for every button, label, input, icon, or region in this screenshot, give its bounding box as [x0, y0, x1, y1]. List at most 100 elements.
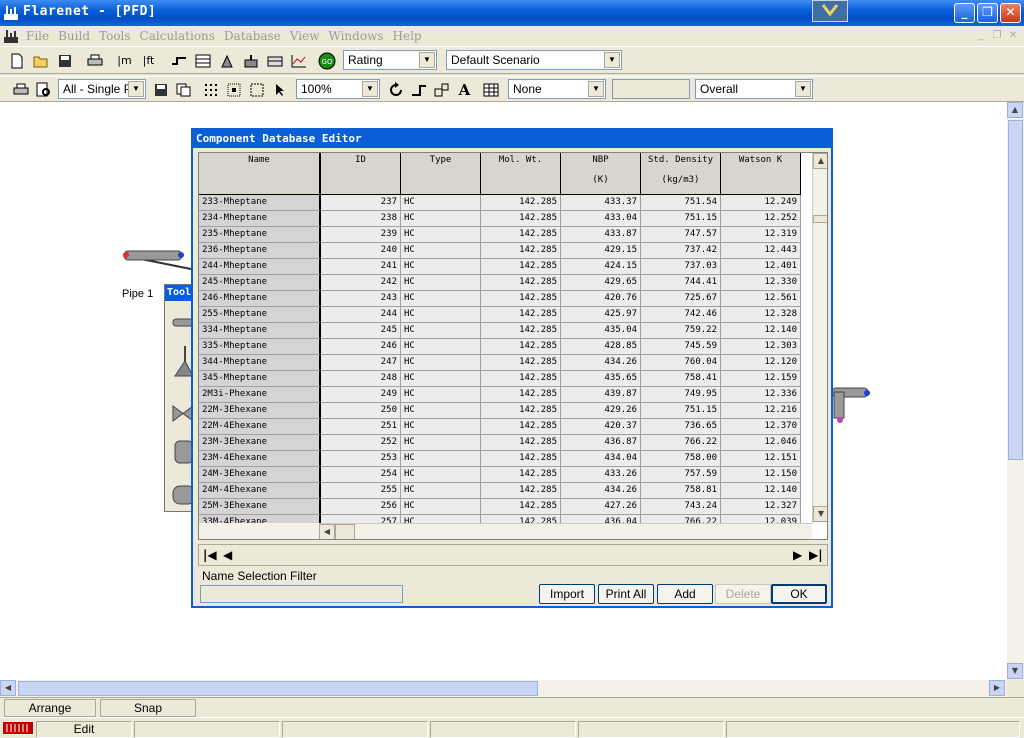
overall-select[interactable]: Overall ▼ [695, 79, 813, 99]
canvas-horizontal-scrollbar[interactable]: ◀ ▶ [0, 680, 1007, 697]
table-cell[interactable]: 247 [321, 355, 401, 371]
table-cell[interactable]: 751.54 [641, 195, 721, 211]
snap-grid-icon[interactable] [223, 79, 244, 100]
chevron-down-icon[interactable]: ▼ [419, 52, 435, 68]
table-cell[interactable]: 12.216 [721, 403, 801, 419]
table-cell[interactable]: 25M-3Ehexane [199, 499, 321, 515]
pointer-icon[interactable] [269, 79, 290, 100]
table-cell[interactable]: 142.285 [481, 323, 561, 339]
table-cell[interactable]: HC [401, 275, 481, 291]
table-cell[interactable]: 429.26 [561, 403, 641, 419]
chevron-down-icon[interactable]: ▼ [795, 81, 811, 97]
scroll-thumb[interactable] [335, 524, 355, 539]
table-cell[interactable]: 253 [321, 451, 401, 467]
table-cell[interactable]: 142.285 [481, 259, 561, 275]
scenario-select[interactable]: Default Scenario ▼ [446, 50, 622, 70]
table-cell[interactable]: HC [401, 499, 481, 515]
table-cell[interactable]: 758.81 [641, 483, 721, 499]
table-row[interactable]: 246-Mheptane 243 HC 142.285 420.76 725.67 12.5… [199, 291, 801, 307]
add-button[interactable]: Add [657, 584, 713, 604]
table-cell[interactable]: 255 [321, 483, 401, 499]
pfd-document-icon[interactable] [3, 28, 19, 44]
snap-tab[interactable]: Snap [100, 699, 196, 717]
table-cell[interactable]: 766.22 [641, 435, 721, 451]
table-cell[interactable]: 142.285 [481, 339, 561, 355]
table-cell[interactable]: 252 [321, 435, 401, 451]
table-cell[interactable]: 246-Mheptane [199, 291, 321, 307]
table-cell[interactable]: 429.65 [561, 275, 641, 291]
table-cell[interactable]: 236-Mheptane [199, 243, 321, 259]
name-filter-input[interactable] [200, 585, 403, 603]
pipe-1-segment[interactable] [123, 250, 197, 271]
menu-view[interactable]: View [290, 29, 320, 43]
table-cell[interactable]: 244 [321, 307, 401, 323]
table-row[interactable]: 233-Mheptane 237 HC 142.285 433.37 751.54 12.2… [199, 195, 801, 211]
table-cell[interactable]: 737.03 [641, 259, 721, 275]
table-cell[interactable]: 433.37 [561, 195, 641, 211]
first-record-icon[interactable]: |◀ [203, 548, 217, 562]
source-icon[interactable] [240, 50, 261, 71]
connect-line-icon[interactable] [408, 79, 429, 100]
chevron-down-icon[interactable]: ▼ [362, 81, 378, 97]
menu-tools[interactable]: Tools [99, 29, 131, 43]
mdi-minimize-button[interactable]: _ [974, 29, 988, 43]
table-row[interactable]: 25M-3Ehexane 256 HC 142.285 427.26 743.24 12.3… [199, 499, 801, 515]
table-cell[interactable]: 246 [321, 339, 401, 355]
table-row[interactable]: 24M-3Ehexane 254 HC 142.285 433.26 757.59 12.1… [199, 467, 801, 483]
menu-help[interactable]: Help [393, 29, 422, 43]
table-cell[interactable]: 758.41 [641, 371, 721, 387]
table-cell[interactable]: 760.04 [641, 355, 721, 371]
chart-icon[interactable] [288, 50, 309, 71]
table-cell[interactable]: 142.285 [481, 387, 561, 403]
table-cell[interactable]: 12.159 [721, 371, 801, 387]
table-cell[interactable]: 759.22 [641, 323, 721, 339]
col-header-molwt[interactable]: Mol. Wt. [481, 153, 561, 195]
table-cell[interactable]: 142.285 [481, 483, 561, 499]
table-cell[interactable]: 142.285 [481, 371, 561, 387]
table-row[interactable]: 23M-4Ehexane 253 HC 142.285 434.04 758.00 12.1… [199, 451, 801, 467]
next-record-icon[interactable]: ▶ [793, 548, 802, 562]
outlet-pipe[interactable] [831, 387, 870, 423]
table-cell[interactable]: 12.140 [721, 483, 801, 499]
table-cell[interactable]: 335-Mheptane [199, 339, 321, 355]
menu-file[interactable]: File [26, 29, 49, 43]
table-cell[interactable]: 142.285 [481, 435, 561, 451]
scroll-up-icon[interactable]: ▲ [813, 153, 827, 169]
table-row[interactable]: 23M-3Ehexane 252 HC 142.285 436.87 766.22 12.0… [199, 435, 801, 451]
table-cell[interactable]: 420.37 [561, 419, 641, 435]
table-cell[interactable]: 725.67 [641, 291, 721, 307]
table-row[interactable]: 2M3i-Phexane 249 HC 142.285 439.87 749.95 12.3… [199, 387, 801, 403]
table-row[interactable]: 344-Mheptane 247 HC 142.285 434.26 760.04 12.1… [199, 355, 801, 371]
resize-node-icon[interactable] [431, 79, 452, 100]
table-cell[interactable]: 12.443 [721, 243, 801, 259]
table-cell[interactable]: 245 [321, 323, 401, 339]
table-cell[interactable]: 142.285 [481, 211, 561, 227]
table-cell[interactable]: 12.151 [721, 451, 801, 467]
refresh-icon[interactable] [385, 79, 406, 100]
chevron-down-icon[interactable]: ▼ [604, 52, 620, 68]
scroll-left-icon[interactable]: ◀ [0, 680, 16, 696]
table-cell[interactable]: 751.15 [641, 403, 721, 419]
table-cell[interactable]: HC [401, 387, 481, 403]
import-button[interactable]: Import [539, 584, 595, 604]
table-cell[interactable]: 239 [321, 227, 401, 243]
scroll-right-icon[interactable]: ▶ [989, 680, 1005, 696]
table-cell[interactable]: 12.401 [721, 259, 801, 275]
table-row[interactable]: 245-Mheptane 242 HC 142.285 429.65 744.41 12.3… [199, 275, 801, 291]
table-cell[interactable]: 12.561 [721, 291, 801, 307]
table-cell[interactable]: 142.285 [481, 355, 561, 371]
scroll-thumb[interactable] [813, 215, 827, 223]
scroll-thumb[interactable] [18, 681, 538, 696]
scroll-down-icon[interactable]: ▼ [1007, 663, 1023, 679]
grid-horizontal-scrollbar[interactable]: ◀ [319, 523, 812, 539]
col-header-id[interactable]: ID [321, 153, 401, 195]
table-cell[interactable]: HC [401, 339, 481, 355]
table-cell[interactable]: 751.15 [641, 211, 721, 227]
close-button[interactable]: ✕ [1000, 3, 1021, 23]
table-cell[interactable]: 142.285 [481, 403, 561, 419]
table-cell[interactable]: HC [401, 371, 481, 387]
table-cell[interactable]: 142.285 [481, 243, 561, 259]
table-cell[interactable]: 234-Mheptane [199, 211, 321, 227]
table-row[interactable]: 24M-4Ehexane 255 HC 142.285 434.26 758.81 12.1… [199, 483, 801, 499]
zoom-select[interactable]: 100% ▼ [296, 79, 380, 99]
